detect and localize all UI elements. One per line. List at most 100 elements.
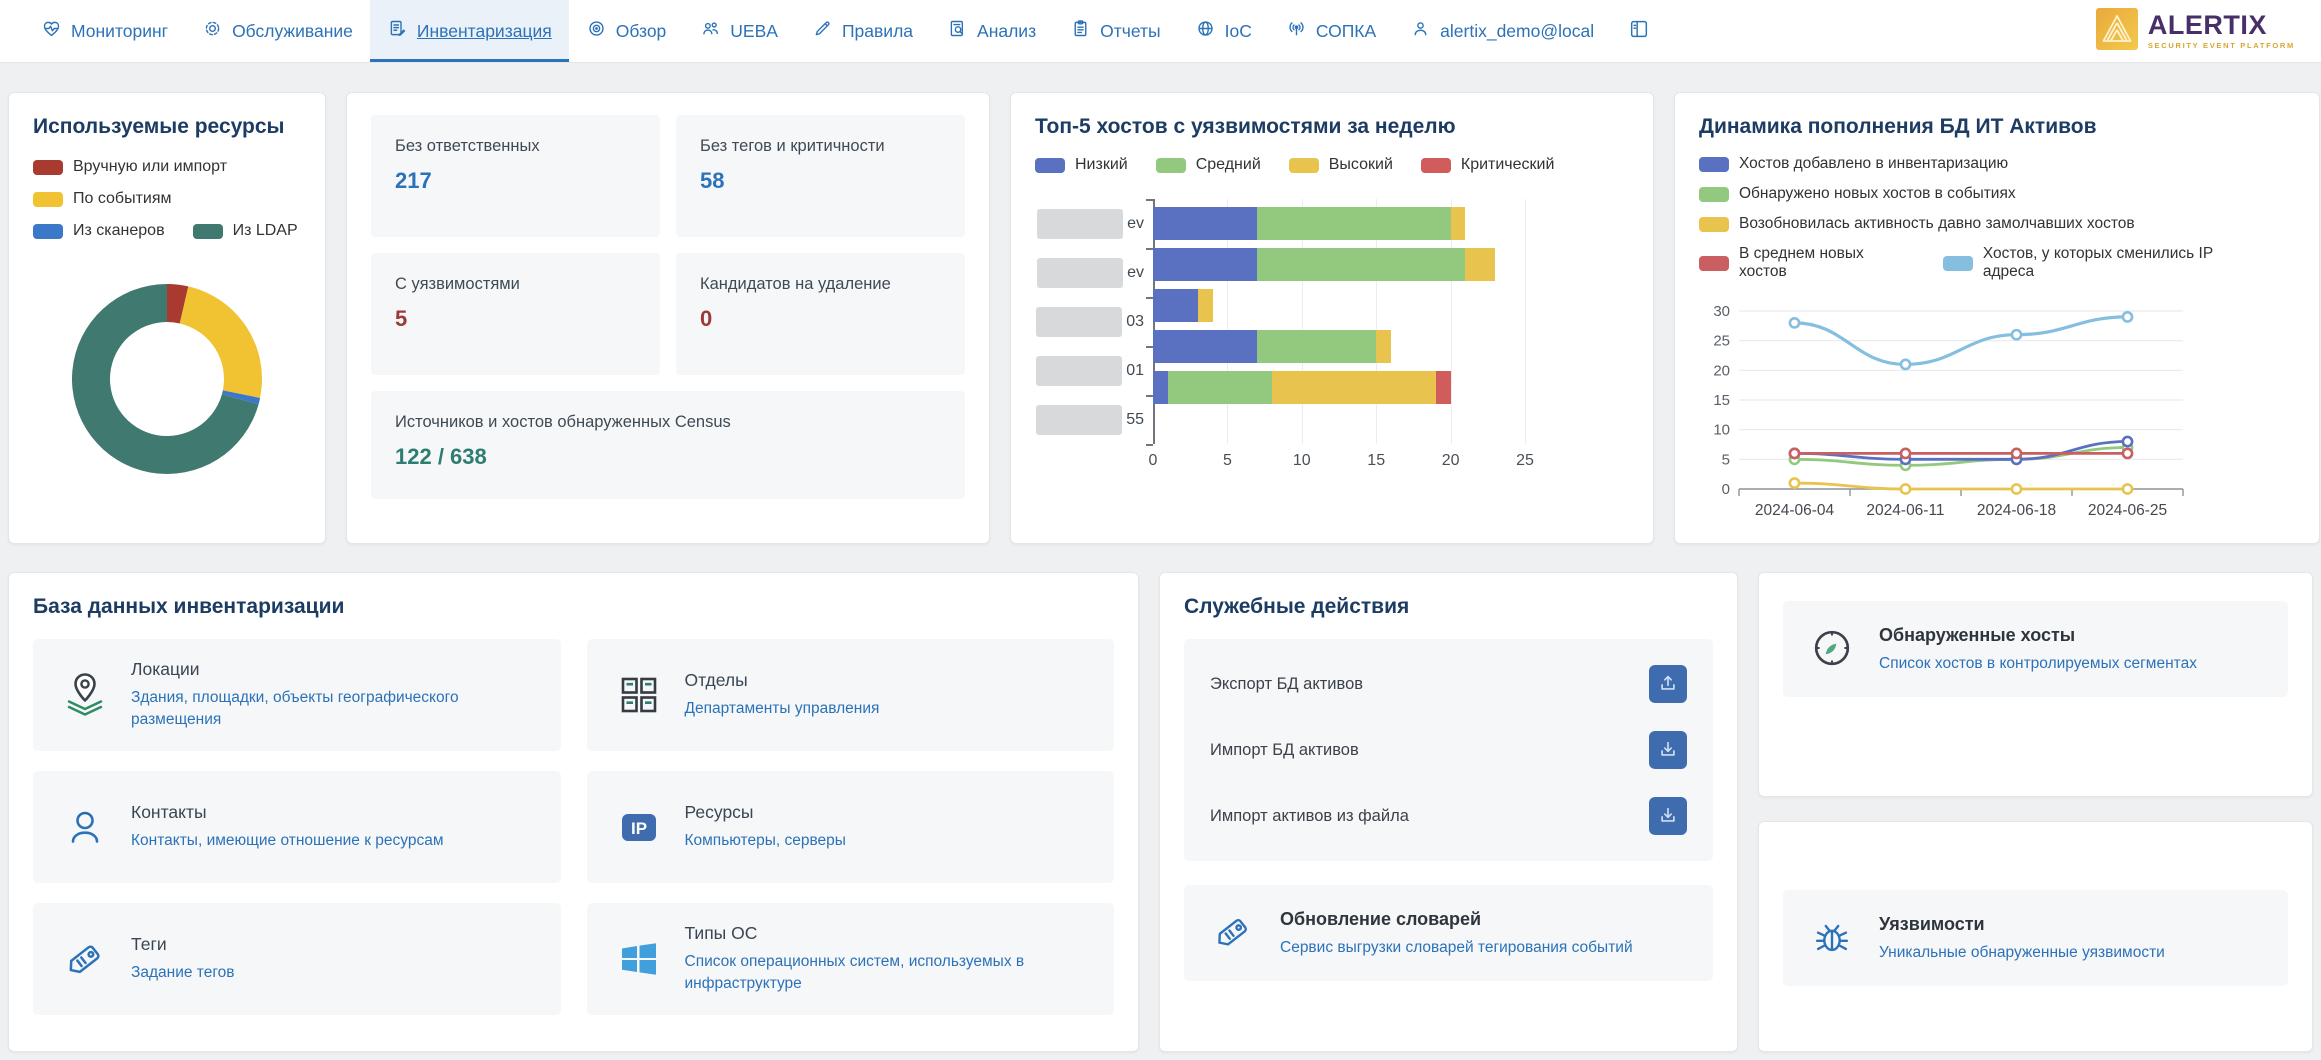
data-point-marker[interactable] (1901, 360, 1910, 369)
db-tile-departments[interactable]: Отделы Департаменты управления (587, 639, 1115, 751)
nav-item-rules[interactable]: Правила (795, 0, 930, 62)
nav-item-analysis[interactable]: Анализ (930, 0, 1053, 62)
data-point-marker[interactable] (2123, 312, 2132, 321)
vulnerabilities-tile[interactable]: Уязвимости Уникальные обнаруженные уязви… (1783, 890, 2288, 986)
legend-label: Низкий (1075, 156, 1128, 174)
data-point-marker[interactable] (1901, 484, 1910, 493)
db-tile-contacts[interactable]: Контакты Контакты, имеющие отношение к р… (33, 771, 561, 883)
data-point-marker[interactable] (1790, 449, 1799, 458)
line-series[interactable] (1795, 442, 2128, 460)
line-series[interactable] (1795, 483, 2128, 489)
bar-segment[interactable] (1153, 289, 1198, 322)
bar-segment[interactable] (1168, 371, 1272, 404)
legend-item[interactable]: Вручную или импорт (33, 158, 227, 176)
bar-segment[interactable] (1153, 330, 1257, 363)
legend-item[interactable]: Из сканеров (33, 222, 165, 240)
nav-item-inventory[interactable]: Инвентаризация (370, 0, 569, 62)
bar-row[interactable] (1153, 207, 1525, 240)
legend-item[interactable]: Высокий (1289, 156, 1393, 174)
data-point-marker[interactable] (1790, 318, 1799, 327)
legend-item[interactable]: Из LDAP (193, 222, 298, 240)
data-point-marker[interactable] (2123, 437, 2132, 446)
nav-label: Мониторинг (71, 21, 168, 42)
bar-segment[interactable] (1257, 207, 1450, 240)
dictionary-update-tile[interactable]: Обновление словарей Сервис выгрузки слов… (1184, 885, 1713, 981)
nav-item-reports[interactable]: Отчеты (1053, 0, 1178, 62)
user-menu[interactable]: alertix_demo@local (1393, 0, 1611, 62)
data-point-marker[interactable] (2123, 449, 2132, 458)
nav-item-ioc[interactable]: IoC (1178, 0, 1269, 62)
bar-row[interactable] (1153, 371, 1525, 404)
bar-segment[interactable] (1198, 289, 1213, 322)
stat-tile-no-owner[interactable]: Без ответственных 217 (371, 115, 660, 237)
resources-donut-chart[interactable] (67, 279, 267, 479)
export-db-button[interactable] (1649, 665, 1687, 703)
data-point-marker[interactable] (1790, 478, 1799, 487)
legend-item[interactable]: Обнаружено новых хостов в событиях (1699, 185, 2016, 203)
legend-item[interactable]: Возобновилась активность давно замолчавш… (1699, 215, 2135, 233)
legend-item[interactable]: Хостов добавлено в инвентаризацию (1699, 155, 2008, 173)
db-tile-resources[interactable]: IP Ресурсы Компьютеры, серверы (587, 771, 1115, 883)
bar-segment[interactable] (1451, 207, 1466, 240)
svg-text:25: 25 (1713, 333, 1730, 350)
nav-item-overview[interactable]: Обзор (569, 0, 684, 62)
inventory-db-card: База данных инвентаризации Локации Здани… (8, 572, 1139, 1052)
bar-segment[interactable] (1257, 330, 1376, 363)
data-point-marker[interactable] (1901, 449, 1910, 458)
used-resources-card: Используемые ресурсы Вручную или импорт … (8, 92, 326, 544)
db-tile-locations[interactable]: Локации Здания, площадки, объекты геогра… (33, 639, 561, 751)
legend-item[interactable]: В среднем новых хостов (1699, 245, 1915, 281)
dynamics-line-chart[interactable]: 0510152025302024-06-042024-06-112024-06-… (1699, 301, 2295, 533)
bar-segment[interactable] (1436, 371, 1451, 404)
user-icon (1410, 18, 1431, 44)
legend-item[interactable]: Средний (1156, 156, 1261, 174)
stat-tile-delete-candidates[interactable]: Кандидатов на удаление 0 (676, 253, 965, 375)
import-file-button[interactable] (1649, 797, 1687, 835)
discovered-hosts-tile[interactable]: Обнаруженные хосты Список хостов в контр… (1783, 601, 2288, 697)
sidebar-toggle-button[interactable] (1611, 0, 1667, 62)
data-point-marker[interactable] (2123, 484, 2132, 493)
import-db-button[interactable] (1649, 731, 1687, 769)
legend-item[interactable]: Критический (1421, 156, 1555, 174)
legend-item[interactable]: Низкий (1035, 156, 1128, 174)
nav-label: СОПКА (1316, 21, 1376, 42)
nav-item-maintenance[interactable]: Обслуживание (185, 0, 370, 62)
legend-item[interactable]: Хостов, у которых сменились IP адреса (1943, 245, 2267, 281)
db-tile-tags[interactable]: Теги Задание тегов (33, 903, 561, 1015)
bar-row[interactable] (1153, 330, 1525, 363)
bar-segment[interactable] (1257, 248, 1465, 281)
legend-label: В среднем новых хостов (1739, 245, 1915, 281)
top5-bar-chart[interactable]: evev030155 0510152025 (1035, 199, 1629, 472)
hostname-suffix: ev (1127, 264, 1144, 282)
nav-label: IoC (1225, 21, 1252, 42)
bar-segment[interactable] (1153, 207, 1257, 240)
nav-item-ueba[interactable]: UEBA (683, 0, 795, 62)
db-tile-os-types[interactable]: Типы ОС Список операционных систем, испо… (587, 903, 1115, 1015)
donut-segment[interactable] (180, 286, 262, 398)
data-point-marker[interactable] (2012, 484, 2021, 493)
bar-segment[interactable] (1465, 248, 1495, 281)
bar-segment[interactable] (1153, 371, 1168, 404)
bar-segment[interactable] (1376, 330, 1391, 363)
bug-icon (1809, 914, 1857, 962)
svg-text:2024-06-18: 2024-06-18 (1977, 502, 2056, 519)
stat-tile-census[interactable]: Источников и хостов обнаруженных Census … (371, 391, 965, 499)
bar-segment[interactable] (1272, 371, 1436, 404)
nav-item-sopka[interactable]: СОПКА (1269, 0, 1393, 62)
db-item-desc: Здания, площадки, объекты географическог… (131, 687, 533, 732)
legend-item[interactable]: По событиям (33, 190, 172, 208)
stat-value: 58 (700, 168, 941, 194)
db-item-desc: Компьютеры, серверы (685, 830, 846, 852)
bar-segment[interactable] (1153, 248, 1257, 281)
stat-tile-with-vulns[interactable]: С уязвимостями 5 (371, 253, 660, 375)
dictionary-title: Обновление словарей (1280, 909, 1633, 930)
logo-title: ALERTIX (2148, 12, 2295, 39)
legend-label: Средний (1196, 156, 1261, 174)
data-point-marker[interactable] (2012, 449, 2021, 458)
globe-icon (1195, 18, 1216, 44)
bar-row[interactable] (1153, 289, 1525, 322)
nav-item-monitoring[interactable]: Мониторинг (24, 0, 185, 62)
stat-tile-no-tags[interactable]: Без тегов и критичности 58 (676, 115, 965, 237)
bar-row[interactable] (1153, 248, 1525, 281)
data-point-marker[interactable] (2012, 330, 2021, 339)
